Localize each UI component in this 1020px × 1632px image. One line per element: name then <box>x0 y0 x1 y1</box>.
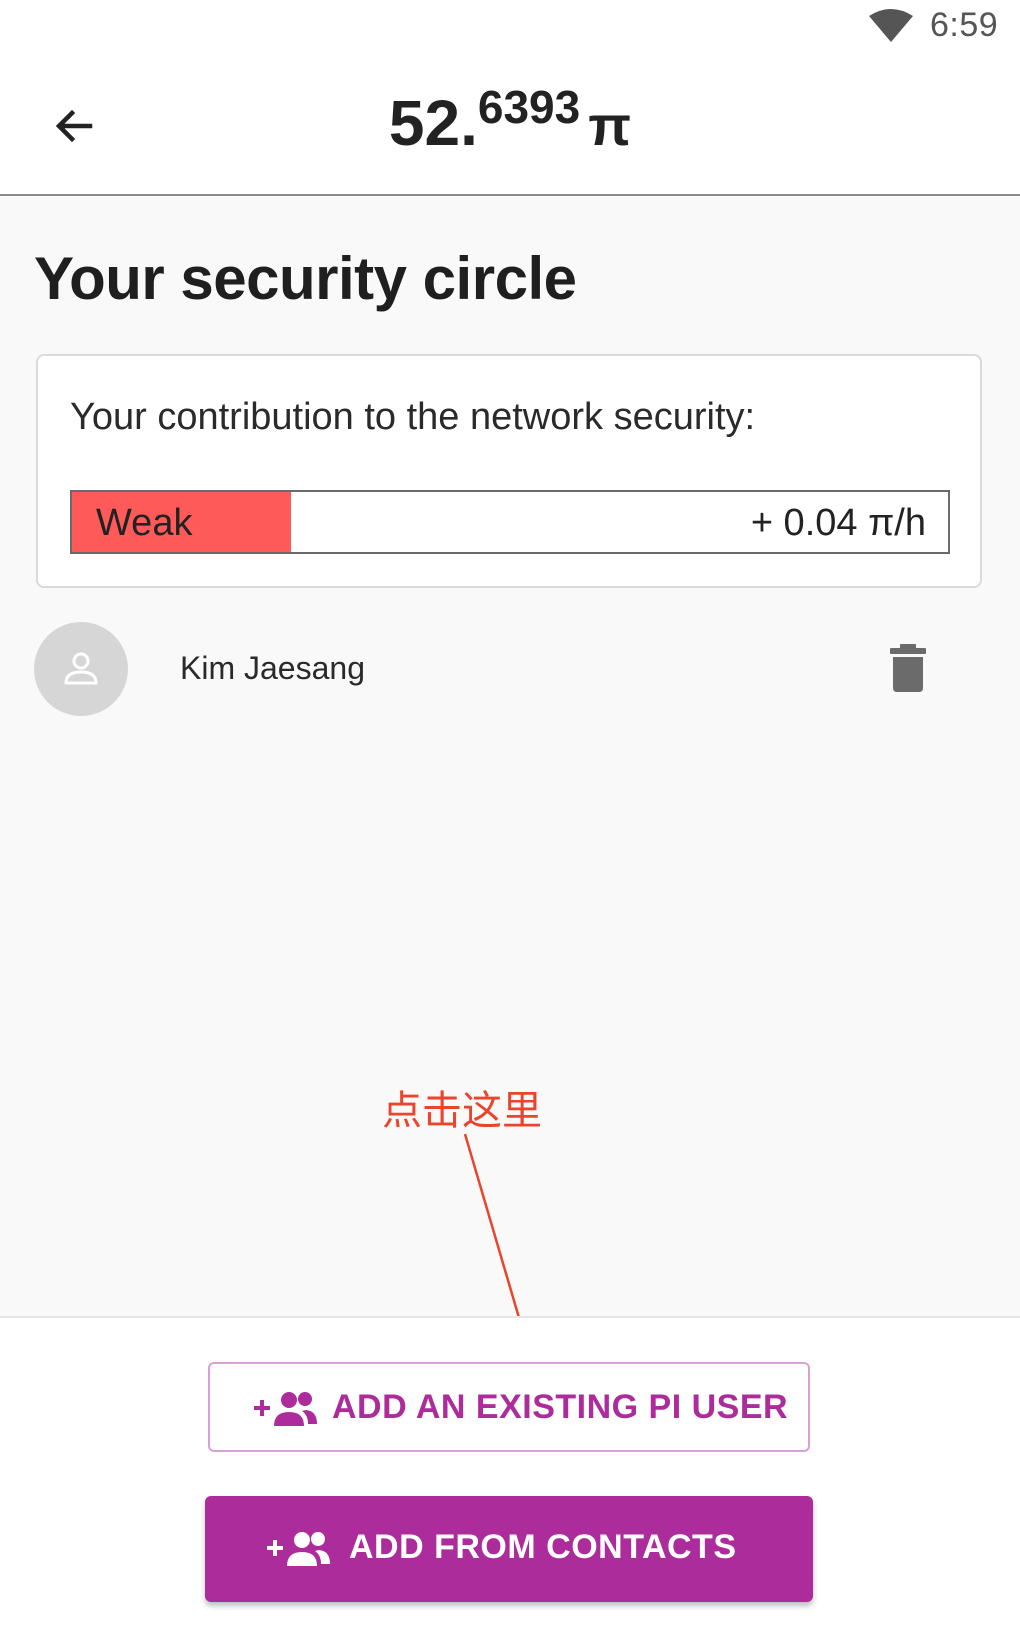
status-time: 6:59 <box>930 6 999 44</box>
add-group-icon <box>254 1392 317 1426</box>
add-existing-pi-user-button[interactable]: ADD AN EXISTING PI USER <box>208 1362 810 1452</box>
contribution-card: Your contribution to the network securit… <box>36 354 982 588</box>
annotation-text: 点击这里 <box>382 1088 542 1134</box>
contribution-label: Your contribution to the network securit… <box>70 396 756 438</box>
currency-symbol: π <box>588 94 632 157</box>
wifi-icon <box>869 9 913 42</box>
add-existing-pi-user-label: ADD AN EXISTING PI USER <box>332 1388 789 1426</box>
person-icon <box>64 652 98 685</box>
page-title: Your security circle <box>34 245 577 312</box>
balance-display: 52.6393 π <box>0 81 1020 160</box>
app-bar: 52.6393 π <box>0 56 1020 196</box>
avatar <box>34 622 128 716</box>
bottom-actions: ADD AN EXISTING PI USER ADD FROM CONTACT… <box>0 1316 1020 1632</box>
member-name: Kim Jaesang <box>180 650 365 686</box>
add-from-contacts-button[interactable]: ADD FROM CONTACTS <box>205 1496 813 1602</box>
balance-integer: 52. <box>388 87 478 159</box>
security-meter: Weak + 0.04 π/h <box>70 490 950 554</box>
balance-decimal: 6393 <box>477 81 581 133</box>
list-item: Kim Jaesang <box>0 620 1020 716</box>
add-group-icon <box>267 1532 330 1566</box>
security-level: Weak <box>96 502 193 544</box>
status-bar: 6:59 <box>0 0 1020 56</box>
trash-icon[interactable] <box>888 644 928 692</box>
mining-rate: + 0.04 π/h <box>750 502 926 544</box>
add-from-contacts-label: ADD FROM CONTACTS <box>349 1528 737 1566</box>
